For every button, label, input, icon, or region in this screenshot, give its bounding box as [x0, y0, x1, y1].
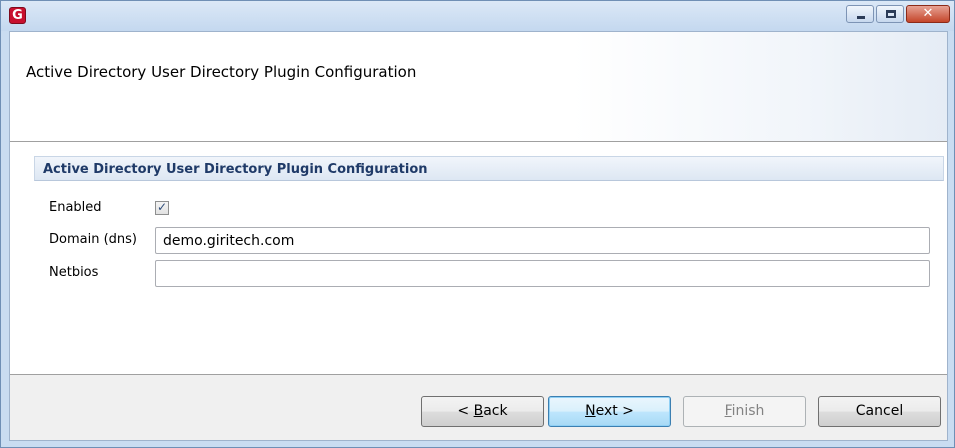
enabled-label: Enabled — [49, 200, 102, 215]
back-button[interactable]: < Back — [421, 396, 544, 427]
back-prefix: < — [457, 403, 474, 419]
section-header: Active Directory User Directory Plugin C… — [34, 156, 944, 181]
next-accel: N — [585, 403, 596, 419]
enabled-checkbox[interactable]: ✓ — [155, 200, 169, 215]
cancel-button[interactable]: Cancel — [818, 396, 941, 427]
domain-input[interactable] — [155, 227, 930, 254]
next-rest: ext > — [595, 403, 634, 419]
window-controls: ✕ — [846, 5, 950, 25]
minimize-icon — [857, 16, 865, 19]
app-logo-icon[interactable]: G — [9, 7, 26, 24]
dialog-client-area: Active Directory User Directory Plugin C… — [9, 31, 948, 441]
netbios-input[interactable] — [155, 260, 930, 287]
domain-label: Domain (dns) — [49, 232, 137, 247]
finish-accel: F — [724, 403, 732, 419]
title-bar[interactable]: G ✕ — [1, 1, 954, 31]
back-rest: ack — [483, 403, 508, 419]
page-title: Active Directory User Directory Plugin C… — [26, 63, 417, 81]
back-accel: B — [473, 403, 484, 419]
maximize-icon — [886, 10, 896, 18]
check-icon: ✓ — [157, 200, 168, 214]
plugin-config-section: Active Directory User Directory Plugin C… — [34, 156, 944, 358]
button-bar: < Back Next > Finish Cancel — [10, 374, 947, 440]
next-button[interactable]: Next > — [548, 396, 671, 427]
finish-button[interactable]: Finish — [683, 396, 806, 427]
section-title: Active Directory User Directory Plugin C… — [43, 162, 428, 177]
close-button[interactable]: ✕ — [906, 5, 950, 23]
netbios-label: Netbios — [49, 265, 99, 280]
close-icon: ✕ — [922, 6, 934, 21]
dialog-window: G ✕ Active Directory User Directory Plug… — [0, 0, 955, 448]
maximize-button[interactable] — [876, 5, 904, 23]
finish-rest: inish — [731, 403, 765, 419]
minimize-button[interactable] — [846, 5, 874, 23]
wizard-header: Active Directory User Directory Plugin C… — [10, 32, 947, 142]
